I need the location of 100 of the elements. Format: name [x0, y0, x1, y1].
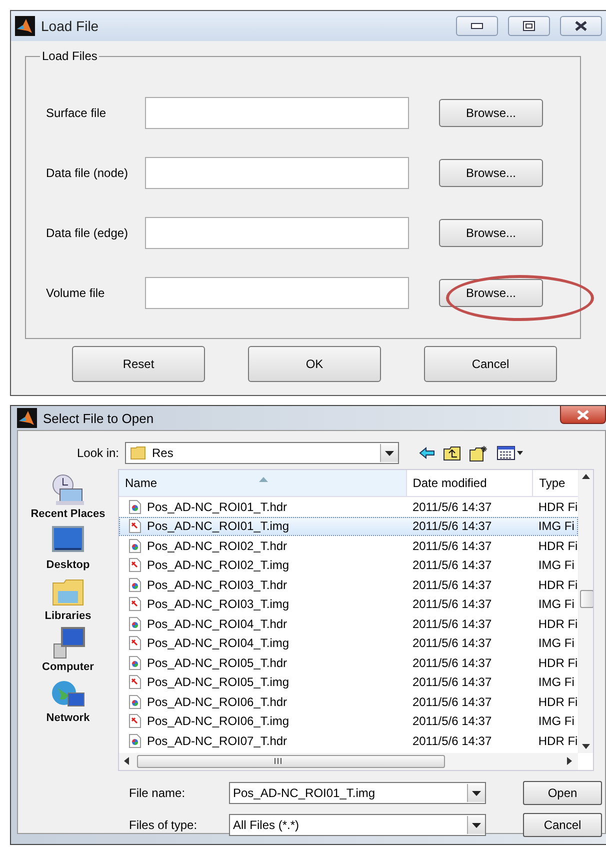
- file-icon: [129, 597, 141, 612]
- dialog-button[interactable]: Cancel: [424, 346, 557, 382]
- file-row[interactable]: Pos_AD-NC_ROI07_T.hdr 2011/5/6 14:37 HDR Fi: [119, 731, 578, 750]
- file-icon: [129, 714, 141, 728]
- view-menu-icon[interactable]: [497, 446, 523, 460]
- scroll-thumb[interactable]: [580, 590, 593, 608]
- place-item[interactable]: Computer: [42, 626, 94, 673]
- browse-button[interactable]: Browse...: [439, 99, 543, 127]
- file-name: Pos_AD-NC_ROI03_T.img: [147, 597, 290, 612]
- input-field[interactable]: [145, 217, 409, 249]
- close-button[interactable]: [560, 406, 606, 424]
- file-icon: [129, 500, 141, 514]
- window-title: Load File: [41, 18, 100, 34]
- field-label: File name:: [129, 786, 186, 800]
- table-cell-text: 2011/5/6 14:37: [411, 519, 493, 534]
- browse-button[interactable]: Browse...: [439, 159, 543, 187]
- folder-dropdown[interactable]: Res: [125, 442, 399, 464]
- file-row[interactable]: Pos_AD-NC_ROI06_T.hdr 2011/5/6 14:37 HDR Fi: [119, 692, 578, 712]
- input-field[interactable]: [145, 157, 409, 189]
- file-row[interactable]: Pos_AD-NC_ROI06_T.img 2011/5/6 14:37 IMG Fi: [119, 712, 578, 731]
- scroll-left-icon[interactable]: [124, 757, 129, 765]
- column-header[interactable]: Name: [119, 470, 407, 496]
- table-cell-text: IMG Fi: [537, 597, 576, 612]
- table-cell-text: HDR Fi: [537, 578, 577, 592]
- scroll-thumb[interactable]: [137, 755, 445, 768]
- dialog-button[interactable]: Reset: [72, 346, 205, 382]
- field-label: Data file (edge): [46, 226, 130, 240]
- minimize-button[interactable]: [456, 16, 498, 36]
- file-icon: [129, 558, 141, 572]
- file-row[interactable]: Pos_AD-NC_ROI01_T.img 2011/5/6 14:37 IMG Fi: [119, 516, 578, 536]
- file-row[interactable]: Pos_AD-NC_ROI02_T.img 2011/5/6 14:37 IMG Fi: [119, 556, 578, 575]
- logo-icon: [17, 408, 37, 428]
- file-row[interactable]: Pos_AD-NC_ROI02_T.hdr 2011/5/6 14:37 HDR Fi: [119, 536, 578, 556]
- new-folder-icon[interactable]: [469, 444, 489, 462]
- file-name: Pos_AD-NC_ROI03_T.hdr: [147, 578, 288, 592]
- horizontal-scrollbar[interactable]: [119, 753, 578, 770]
- table-cell-text: 2011/5/6 14:37: [411, 558, 493, 572]
- file-name: Pos_AD-NC_ROI01_T.hdr: [147, 500, 288, 514]
- table-cell-text: 2011/5/6 14:37: [411, 714, 493, 728]
- file-icon: [129, 656, 141, 670]
- file-name: Pos_AD-NC_ROI04_T.img: [147, 636, 290, 650]
- place-item[interactable]: Desktop: [46, 524, 90, 571]
- table-cell-text: HDR Fi: [537, 694, 577, 709]
- table-cell-text: 2011/5/6 14:37: [411, 656, 493, 670]
- table-cell-text: 2011/5/6 14:37: [411, 734, 493, 748]
- file-icon: [129, 578, 141, 592]
- sort-arrow-icon: [259, 477, 268, 482]
- file-row[interactable]: Pos_AD-NC_ROI05_T.img 2011/5/6 14:37 IMG Fi: [119, 672, 578, 692]
- place-item[interactable]: Recent Places: [30, 473, 106, 520]
- browse-button[interactable]: Browse...: [439, 219, 543, 247]
- file-row[interactable]: Pos_AD-NC_ROI01_T.hdr 2011/5/6 14:37 HDR Fi: [119, 497, 578, 516]
- table-cell-text: IMG Fi: [537, 636, 576, 650]
- scroll-down-icon[interactable]: [582, 744, 590, 749]
- file-name: Pos_AD-NC_ROI01_T.img: [147, 519, 290, 534]
- table-cell-text: HDR Fi: [537, 538, 577, 553]
- back-arrow-icon[interactable]: [419, 447, 435, 459]
- scroll-up-icon[interactable]: [582, 474, 590, 479]
- table-cell-text: HDR Fi: [537, 734, 577, 748]
- file-row[interactable]: Pos_AD-NC_ROI04_T.img 2011/5/6 14:37 IMG Fi: [119, 634, 578, 653]
- place-item[interactable]: Network: [46, 677, 90, 724]
- file-name: Pos_AD-NC_ROI05_T.img: [147, 675, 290, 690]
- vertical-scrollbar[interactable]: [578, 470, 593, 753]
- scroll-right-icon[interactable]: [567, 757, 572, 765]
- dialog-button[interactable]: Cancel: [523, 813, 602, 837]
- file-icon: [129, 675, 141, 690]
- input-field[interactable]: [145, 277, 409, 309]
- table-cell-text: HDR Fi: [537, 616, 577, 631]
- maximize-button[interactable]: [508, 16, 550, 36]
- file-name: Pos_AD-NC_ROI06_T.hdr: [147, 694, 288, 709]
- table-cell-text: 2011/5/6 14:37: [411, 578, 493, 592]
- window-title: Select File to Open: [43, 410, 155, 426]
- clock-icon: [50, 473, 86, 507]
- table-cell-text: IMG Fi: [537, 675, 576, 690]
- file-name: Pos_AD-NC_ROI07_T.hdr: [147, 734, 288, 748]
- table-cell-text: IMG Fi: [537, 519, 576, 534]
- browse-button[interactable]: Browse...: [439, 279, 543, 307]
- table-cell-text: 2011/5/6 14:37: [411, 597, 493, 612]
- file-row[interactable]: Pos_AD-NC_ROI03_T.hdr 2011/5/6 14:37 HDR Fi: [119, 575, 578, 594]
- close-icon: [575, 21, 587, 31]
- input-field[interactable]: [145, 97, 409, 129]
- file-row[interactable]: Pos_AD-NC_ROI05_T.hdr 2011/5/6 14:37 HDR Fi: [119, 653, 578, 672]
- column-header[interactable]: Date modified: [406, 470, 534, 496]
- dialog-button[interactable]: OK: [248, 346, 381, 382]
- table-cell-text: 2011/5/6 14:37: [411, 675, 493, 690]
- place-item[interactable]: Libraries: [44, 575, 92, 622]
- file-icon: [129, 616, 141, 631]
- file-row[interactable]: Pos_AD-NC_ROI04_T.hdr 2011/5/6 14:37 HDR Fi: [119, 614, 578, 634]
- table-cell-text: 2011/5/6 14:37: [411, 500, 493, 514]
- file-row[interactable]: Pos_AD-NC_ROI03_T.img 2011/5/6 14:37 IMG Fi: [119, 594, 578, 614]
- file-name: Pos_AD-NC_ROI04_T.hdr: [147, 616, 288, 631]
- dialog-button[interactable]: Open: [523, 781, 602, 805]
- file-name-field[interactable]: Pos_AD-NC_ROI01_T.img: [229, 782, 486, 804]
- file-type-dropdown[interactable]: All Files (*.*): [229, 814, 486, 836]
- group-title: Load Files: [41, 49, 98, 63]
- file-name: Pos_AD-NC_ROI06_T.img: [147, 714, 290, 728]
- file-icon: [129, 636, 141, 650]
- folder-up-icon[interactable]: [443, 446, 461, 460]
- file-icon: [129, 694, 141, 709]
- close-button[interactable]: [560, 16, 602, 36]
- table-cell-text: 2011/5/6 14:37: [411, 694, 493, 709]
